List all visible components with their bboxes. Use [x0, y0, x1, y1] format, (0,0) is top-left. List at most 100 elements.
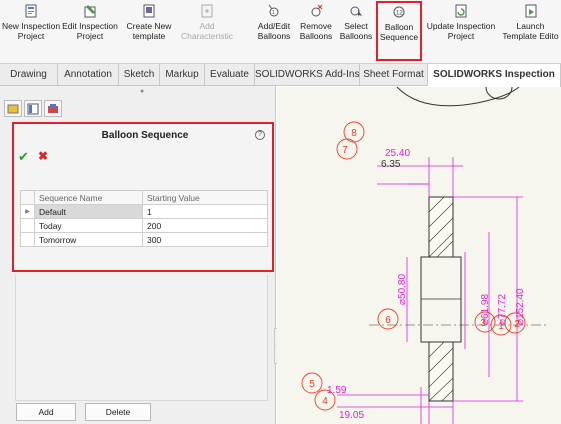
sequence-name-cell[interactable]: Default — [34, 204, 143, 219]
tab-evaluate[interactable]: Evaluate — [205, 64, 255, 86]
new-inspection-project-button[interactable]: New Inspection Project — [2, 2, 60, 60]
ok-button[interactable]: ✔ — [18, 149, 29, 165]
row-indicator-header — [20, 190, 35, 205]
table-header-row: Sequence Name Starting Value — [20, 190, 268, 205]
new-inspection-project-label-2: Project — [17, 31, 45, 41]
panel-title: Balloon Sequence — [101, 130, 189, 141]
create-new-template-label-2: template — [132, 31, 166, 41]
balloon-label[interactable]: 5 — [309, 379, 315, 390]
remove-balloons-label-2: Balloons — [299, 31, 333, 41]
property-manager-icon — [27, 103, 39, 114]
create-new-template-button[interactable]: Create New template — [122, 2, 176, 60]
edit-inspection-icon — [84, 5, 96, 18]
balloon-label[interactable]: 6 — [385, 315, 391, 326]
balloon-label[interactable]: 1 — [498, 321, 504, 332]
collapse-handle[interactable]: ● — [140, 88, 144, 95]
drawing-sheet[interactable]: 25.40 6.35 ⌀50.80 ⌀61.98 ⌀77.72 ⌀152.40 … — [277, 87, 561, 424]
add-characteristic-icon — [201, 4, 213, 18]
svg-text:12: 12 — [396, 11, 403, 17]
dimension-text[interactable]: ⌀50.80 — [397, 274, 408, 305]
add-edit-balloons-label-2: Balloons — [257, 31, 291, 41]
sequence-list-area — [15, 275, 268, 401]
select-balloon-icon — [350, 6, 362, 17]
balloon-sequence-label-1: Balloon — [384, 22, 414, 32]
launch-template-editor-label-2: Template Edito — [502, 31, 559, 41]
dimension-text[interactable]: 1.59 — [327, 385, 347, 396]
help-icon[interactable]: ? — [255, 130, 265, 140]
current-row-indicator-icon: ▶ — [20, 204, 35, 219]
launch-template-editor-label-1: Launch — [516, 21, 545, 31]
starting-value-cell[interactable]: 1 — [142, 204, 268, 219]
update-inspection-icon — [455, 4, 467, 18]
balloon-label[interactable]: 7 — [342, 145, 348, 156]
sequence-name-cell[interactable]: Today — [34, 218, 143, 233]
remove-balloon-icon — [311, 4, 323, 17]
balloon-label[interactable]: 3 — [480, 318, 486, 329]
inspection-tab[interactable] — [44, 100, 62, 117]
balloon-sequence-panel: Balloon Sequence ? ✔ ✖ Sequence Name Sta… — [12, 122, 274, 272]
add-characteristic-label-1: Add — [199, 21, 215, 31]
tab-sheet-format[interactable]: Sheet Format — [360, 64, 428, 86]
feature-tree-tab[interactable] — [4, 100, 22, 117]
table-row[interactable]: ▶ Default 1 — [20, 204, 268, 219]
dimension-text[interactable]: 6.35 — [381, 159, 401, 170]
add-button[interactable]: Add — [16, 403, 76, 421]
balloon-label[interactable]: 4 — [322, 396, 328, 407]
new-inspection-icon — [25, 4, 37, 18]
add-edit-balloons-label-1: Add/Edit — [257, 21, 291, 31]
balloon-sequence-icon: 12 — [393, 6, 405, 18]
balloon-label[interactable]: 8 — [351, 128, 357, 139]
add-characteristic-button[interactable]: Add Characteristic — [177, 2, 237, 60]
update-inspection-project-label-2: Project — [447, 31, 475, 41]
table-row[interactable]: Tomorrow 300 — [20, 232, 268, 247]
row-indicator — [20, 218, 35, 233]
select-balloons-button[interactable]: Select Balloons — [338, 2, 374, 60]
remove-balloons-label-1: Remove — [300, 21, 332, 31]
column-header-sequence-name[interactable]: Sequence Name — [34, 190, 143, 205]
dimension-text[interactable]: 25.40 — [385, 148, 410, 159]
feature-tree-icon — [7, 104, 19, 113]
sequence-table: Sequence Name Starting Value ▶ Default 1… — [20, 190, 268, 247]
drawing-view: 25.40 6.35 ⌀50.80 ⌀61.98 ⌀77.72 ⌀152.40 … — [301, 87, 547, 424]
edit-inspection-project-button[interactable]: Edit Inspection Project — [60, 2, 120, 60]
column-header-starting-value[interactable]: Starting Value — [142, 190, 268, 205]
feature-manager-tabs — [4, 100, 62, 118]
balloon-group — [301, 121, 526, 411]
part-outline-curve — [396, 87, 520, 107]
part-section — [420, 196, 462, 402]
add-balloon-icon: 1 — [268, 4, 279, 17]
update-inspection-project-button[interactable]: Update Inspection Project — [425, 2, 497, 60]
tab-solidworks-addins[interactable]: SOLIDWORKS Add-Ins — [255, 64, 360, 86]
select-balloons-label-2: Balloons — [339, 31, 373, 41]
add-edit-balloons-button[interactable]: 1 Add/Edit Balloons — [255, 2, 293, 60]
launch-template-editor-button[interactable]: Launch Template Edito — [500, 2, 561, 60]
edit-inspection-project-label-2: Project — [76, 31, 104, 41]
dimension-text[interactable]: 19.05 — [339, 410, 364, 421]
balloon-label[interactable]: 2 — [514, 319, 520, 330]
create-new-template-label-1: Create New — [126, 21, 172, 31]
svg-text:1: 1 — [272, 10, 275, 16]
tab-solidworks-inspection[interactable]: SOLIDWORKS Inspection — [428, 64, 561, 87]
inspection-icon — [48, 103, 58, 113]
ribbon-toolbar: New Inspection Project Edit Inspection P… — [0, 0, 561, 64]
cancel-button[interactable]: ✖ — [38, 149, 48, 163]
new-inspection-project-label-1: New Inspection — [1, 21, 61, 31]
remove-balloons-button[interactable]: Remove Balloons — [297, 2, 335, 60]
starting-value-cell[interactable]: 300 — [142, 232, 268, 247]
edit-inspection-project-label-1: Edit Inspection — [62, 21, 118, 31]
add-characteristic-label-2: Characteristic — [181, 31, 233, 41]
sequence-name-cell[interactable]: Tomorrow — [34, 232, 143, 247]
tab-annotation[interactable]: Annotation — [58, 64, 119, 86]
update-inspection-project-label-1: Update Inspection — [426, 21, 496, 31]
select-balloons-label-1: Select — [344, 21, 368, 31]
tab-drawing[interactable]: Drawing — [0, 64, 58, 86]
delete-button[interactable]: Delete — [85, 403, 151, 421]
balloon-sequence-button[interactable]: 12 Balloon Sequence — [376, 1, 422, 61]
tab-sketch[interactable]: Sketch — [119, 64, 160, 86]
property-manager-tab[interactable] — [24, 100, 42, 117]
template-icon — [143, 4, 155, 18]
tab-markup[interactable]: Markup — [160, 64, 205, 86]
row-indicator — [20, 232, 35, 247]
table-row[interactable]: Today 200 — [20, 218, 268, 233]
starting-value-cell[interactable]: 200 — [142, 218, 268, 233]
